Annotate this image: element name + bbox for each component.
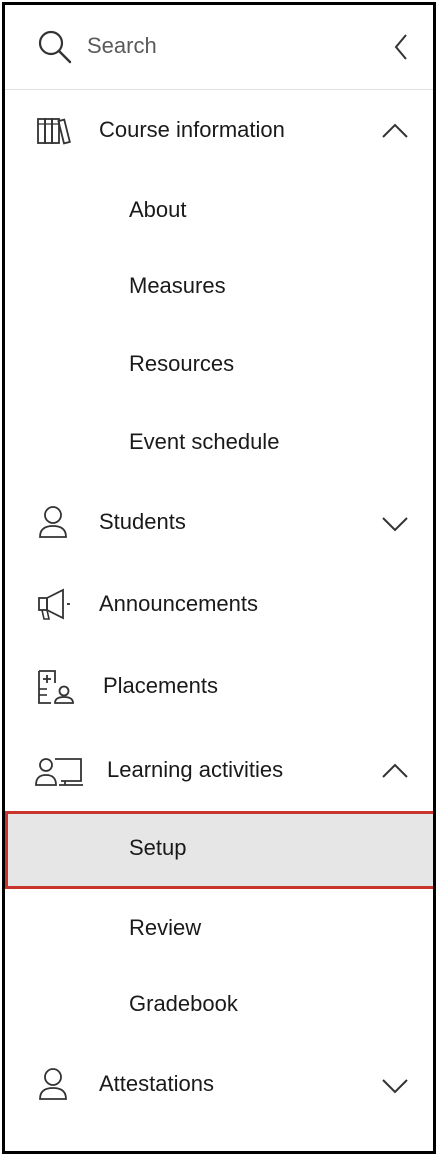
nav-item-label: Announcements (99, 591, 258, 616)
subnav-item-review[interactable]: Review (5, 891, 433, 967)
nav-item-learning-activities[interactable]: Learning activities (5, 733, 433, 809)
subnav-item-event-schedule[interactable]: Event schedule (5, 405, 433, 481)
search-input[interactable] (87, 27, 347, 65)
subnav-item-about[interactable]: About (5, 173, 433, 249)
subnav-item-label: Resources (129, 351, 235, 376)
subnav-item-resources[interactable]: Resources (5, 327, 433, 403)
chevron-down-icon[interactable] (379, 1069, 411, 1101)
subnav-item-label: Review (129, 915, 202, 940)
person-icon (35, 503, 75, 543)
nav-item-announcements[interactable]: Announcements (5, 567, 433, 643)
nav-item-placements[interactable]: Placements (5, 649, 433, 725)
books-icon (35, 111, 75, 151)
placements-icon (35, 667, 75, 707)
sidebar-nav: Course information About Measures Resour… (2, 2, 436, 1154)
person-icon (35, 1065, 75, 1105)
subnav-item-label: Gradebook (129, 991, 238, 1016)
nav-item-label: Course information (99, 117, 285, 142)
search-bar (5, 5, 433, 90)
chevron-left-icon (391, 32, 411, 62)
subnav-item-measures[interactable]: Measures (5, 249, 433, 325)
nav-item-label: Placements (103, 673, 218, 698)
subnav-item-label: Event schedule (129, 429, 280, 454)
subnav-item-label: Measures (129, 273, 226, 298)
chevron-down-icon[interactable] (379, 507, 411, 539)
chevron-up-icon[interactable] (379, 755, 411, 787)
presenter-board-icon (35, 751, 87, 791)
nav-item-label: Attestations (99, 1071, 214, 1096)
subnav-item-label: Setup (129, 835, 187, 860)
nav-item-course-information[interactable]: Course information (5, 93, 433, 169)
nav-item-students[interactable]: Students (5, 485, 433, 561)
subnav-item-label: About (129, 197, 187, 222)
nav-item-label: Students (99, 509, 186, 534)
search-icon (37, 29, 73, 65)
nav-item-attestations[interactable]: Attestations (5, 1047, 433, 1123)
subnav-item-gradebook[interactable]: Gradebook (5, 967, 433, 1043)
collapse-sidebar-button[interactable] (381, 27, 421, 67)
chevron-up-icon[interactable] (379, 115, 411, 147)
megaphone-icon (35, 585, 75, 625)
nav-item-label: Learning activities (107, 757, 284, 782)
subnav-item-setup[interactable]: Setup (5, 811, 433, 889)
